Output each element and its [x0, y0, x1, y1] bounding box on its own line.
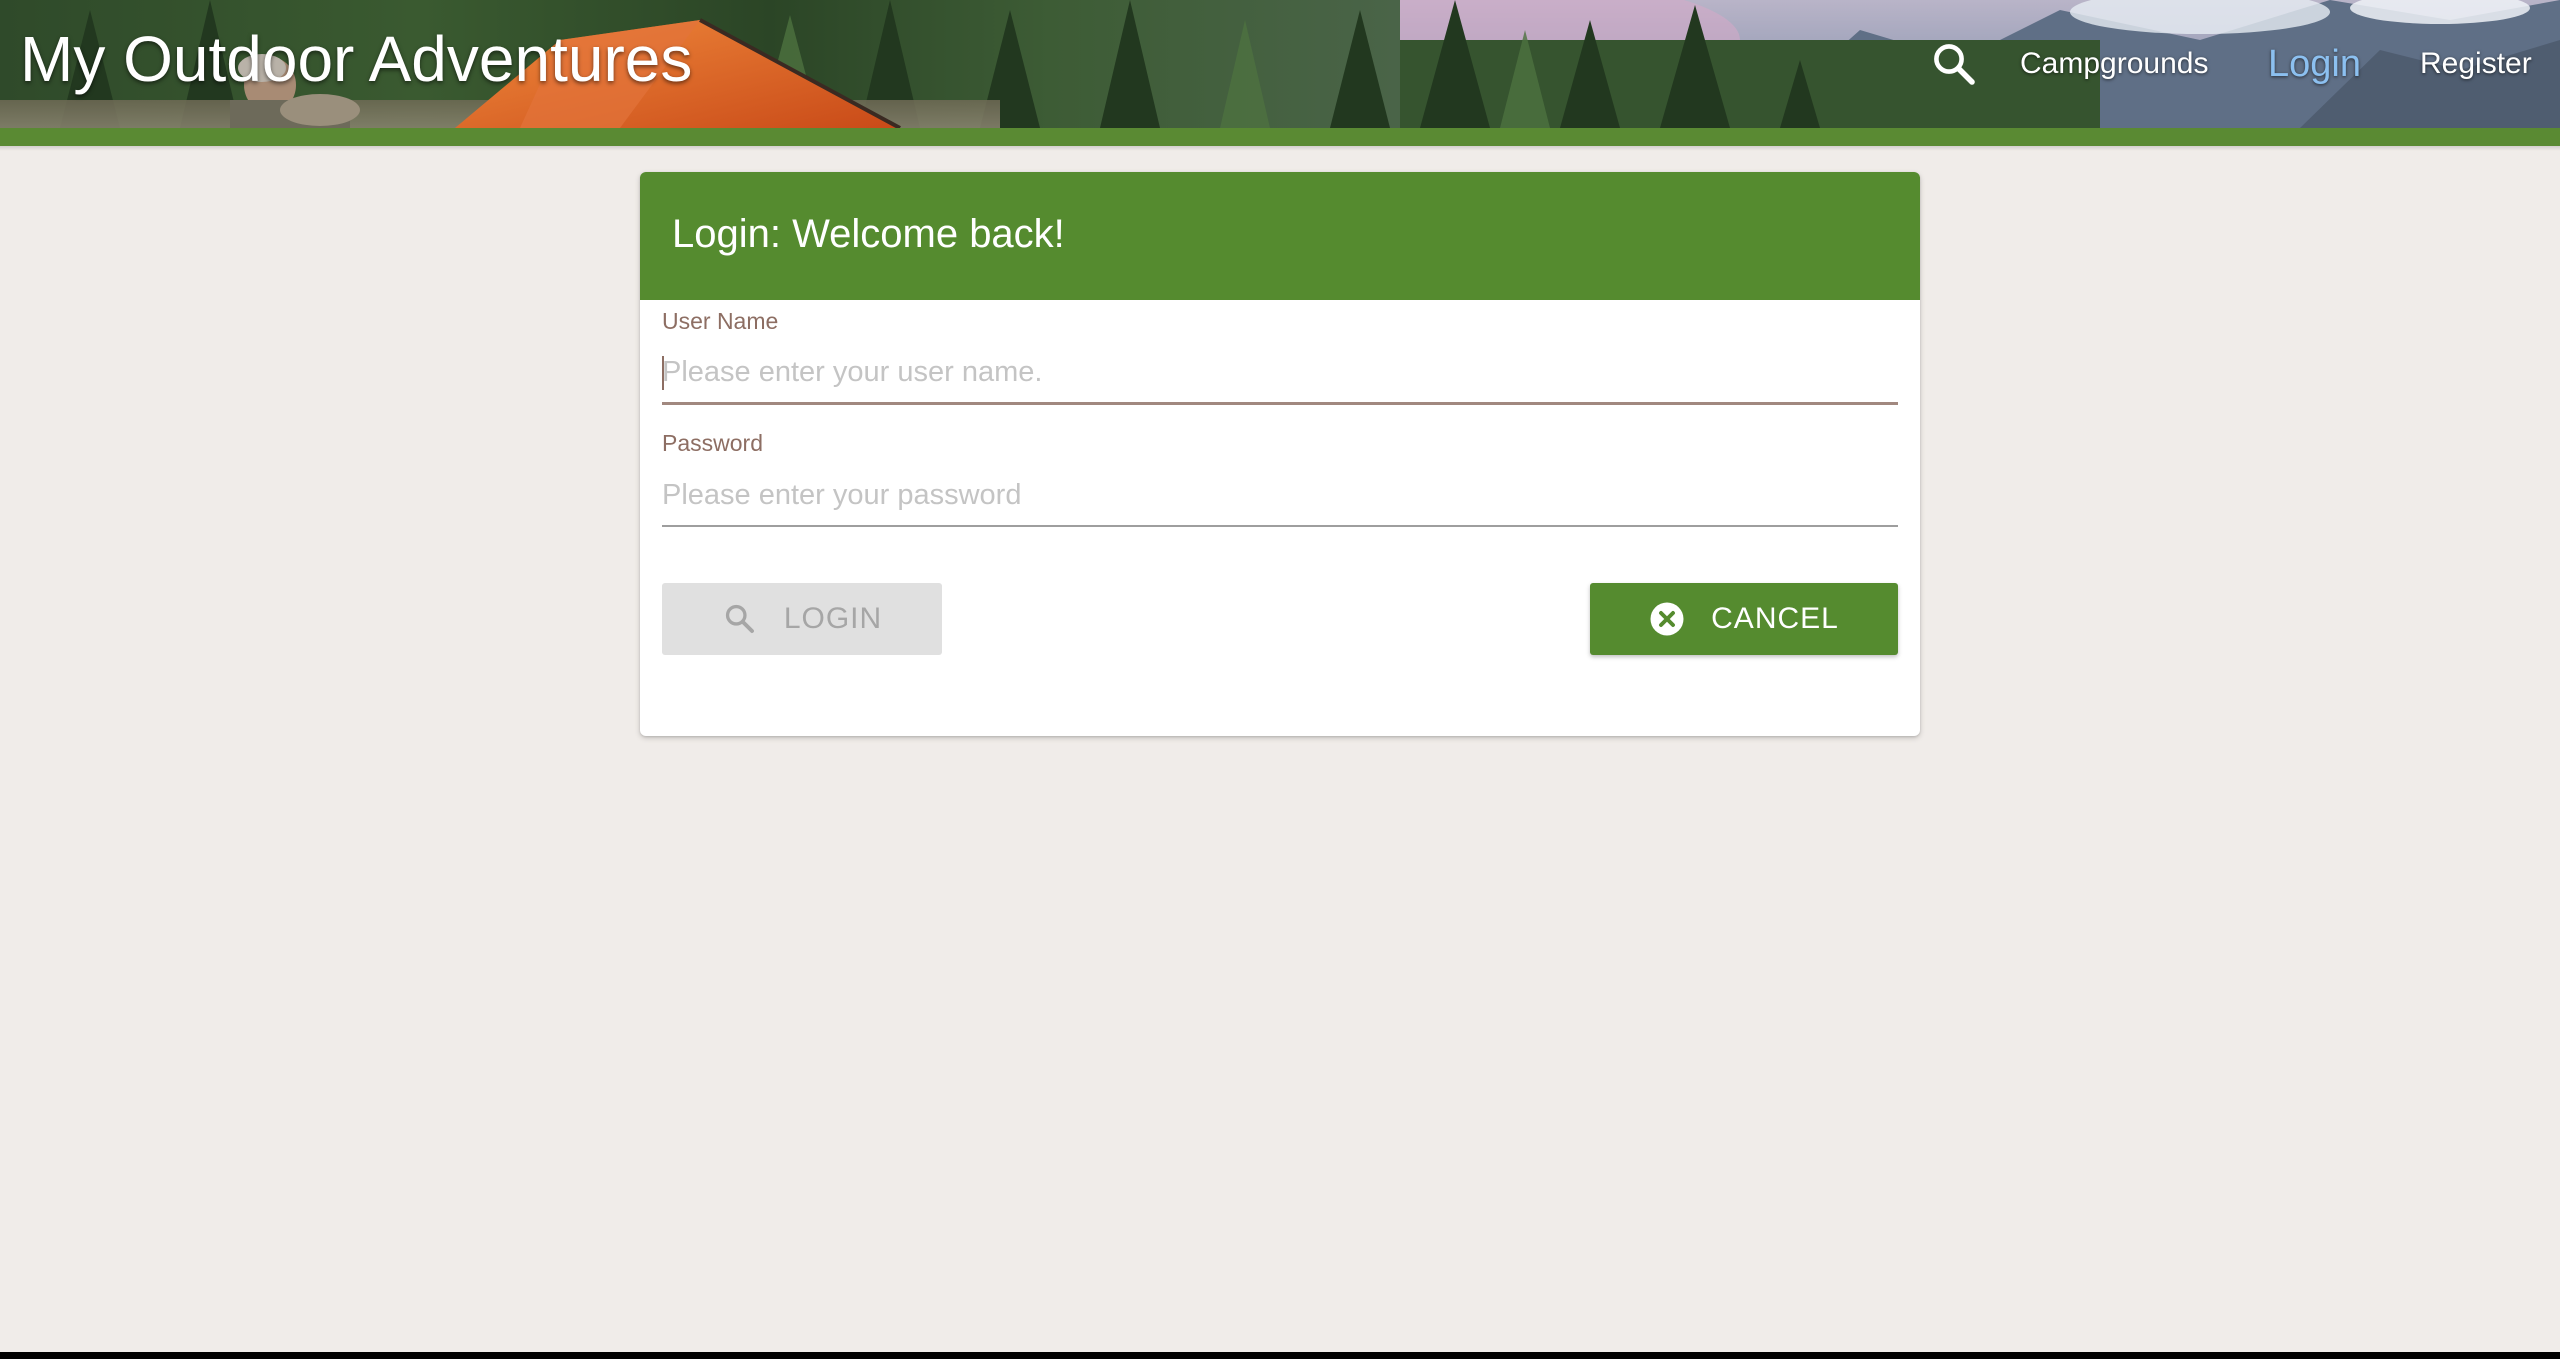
nav-link-campgrounds[interactable]: Campgrounds — [2020, 40, 2208, 88]
password-input[interactable] — [662, 465, 1898, 527]
window-bottom-edge — [0, 1352, 2560, 1359]
header-accent-bar — [0, 128, 2560, 146]
text-cursor — [662, 356, 664, 390]
cancel-circle-icon — [1649, 601, 1685, 637]
login-card-header: Login: Welcome back! — [640, 172, 1920, 300]
login-card-title: Login: Welcome back! — [672, 212, 1065, 256]
nav-link-register[interactable]: Register — [2420, 40, 2532, 88]
cancel-button-label: CANCEL — [1711, 602, 1839, 635]
login-button-label: LOGIN — [783, 602, 883, 635]
username-label: User Name — [662, 308, 779, 334]
nav-link-login[interactable]: Login — [2268, 40, 2361, 88]
cancel-button[interactable]: CANCEL — [1590, 583, 1898, 655]
password-label: Password — [662, 430, 763, 456]
search-icon — [722, 601, 758, 637]
header-banner: My Outdoor Adventures Campgrounds Login … — [0, 0, 2560, 128]
site-title[interactable]: My Outdoor Adventures — [20, 22, 692, 96]
login-button[interactable]: LOGIN — [662, 583, 942, 655]
username-input[interactable] — [662, 342, 1898, 405]
login-card: Login: Welcome back! User Name Password … — [640, 172, 1920, 736]
header-shadow — [0, 146, 2560, 151]
search-icon[interactable] — [1930, 40, 1978, 88]
